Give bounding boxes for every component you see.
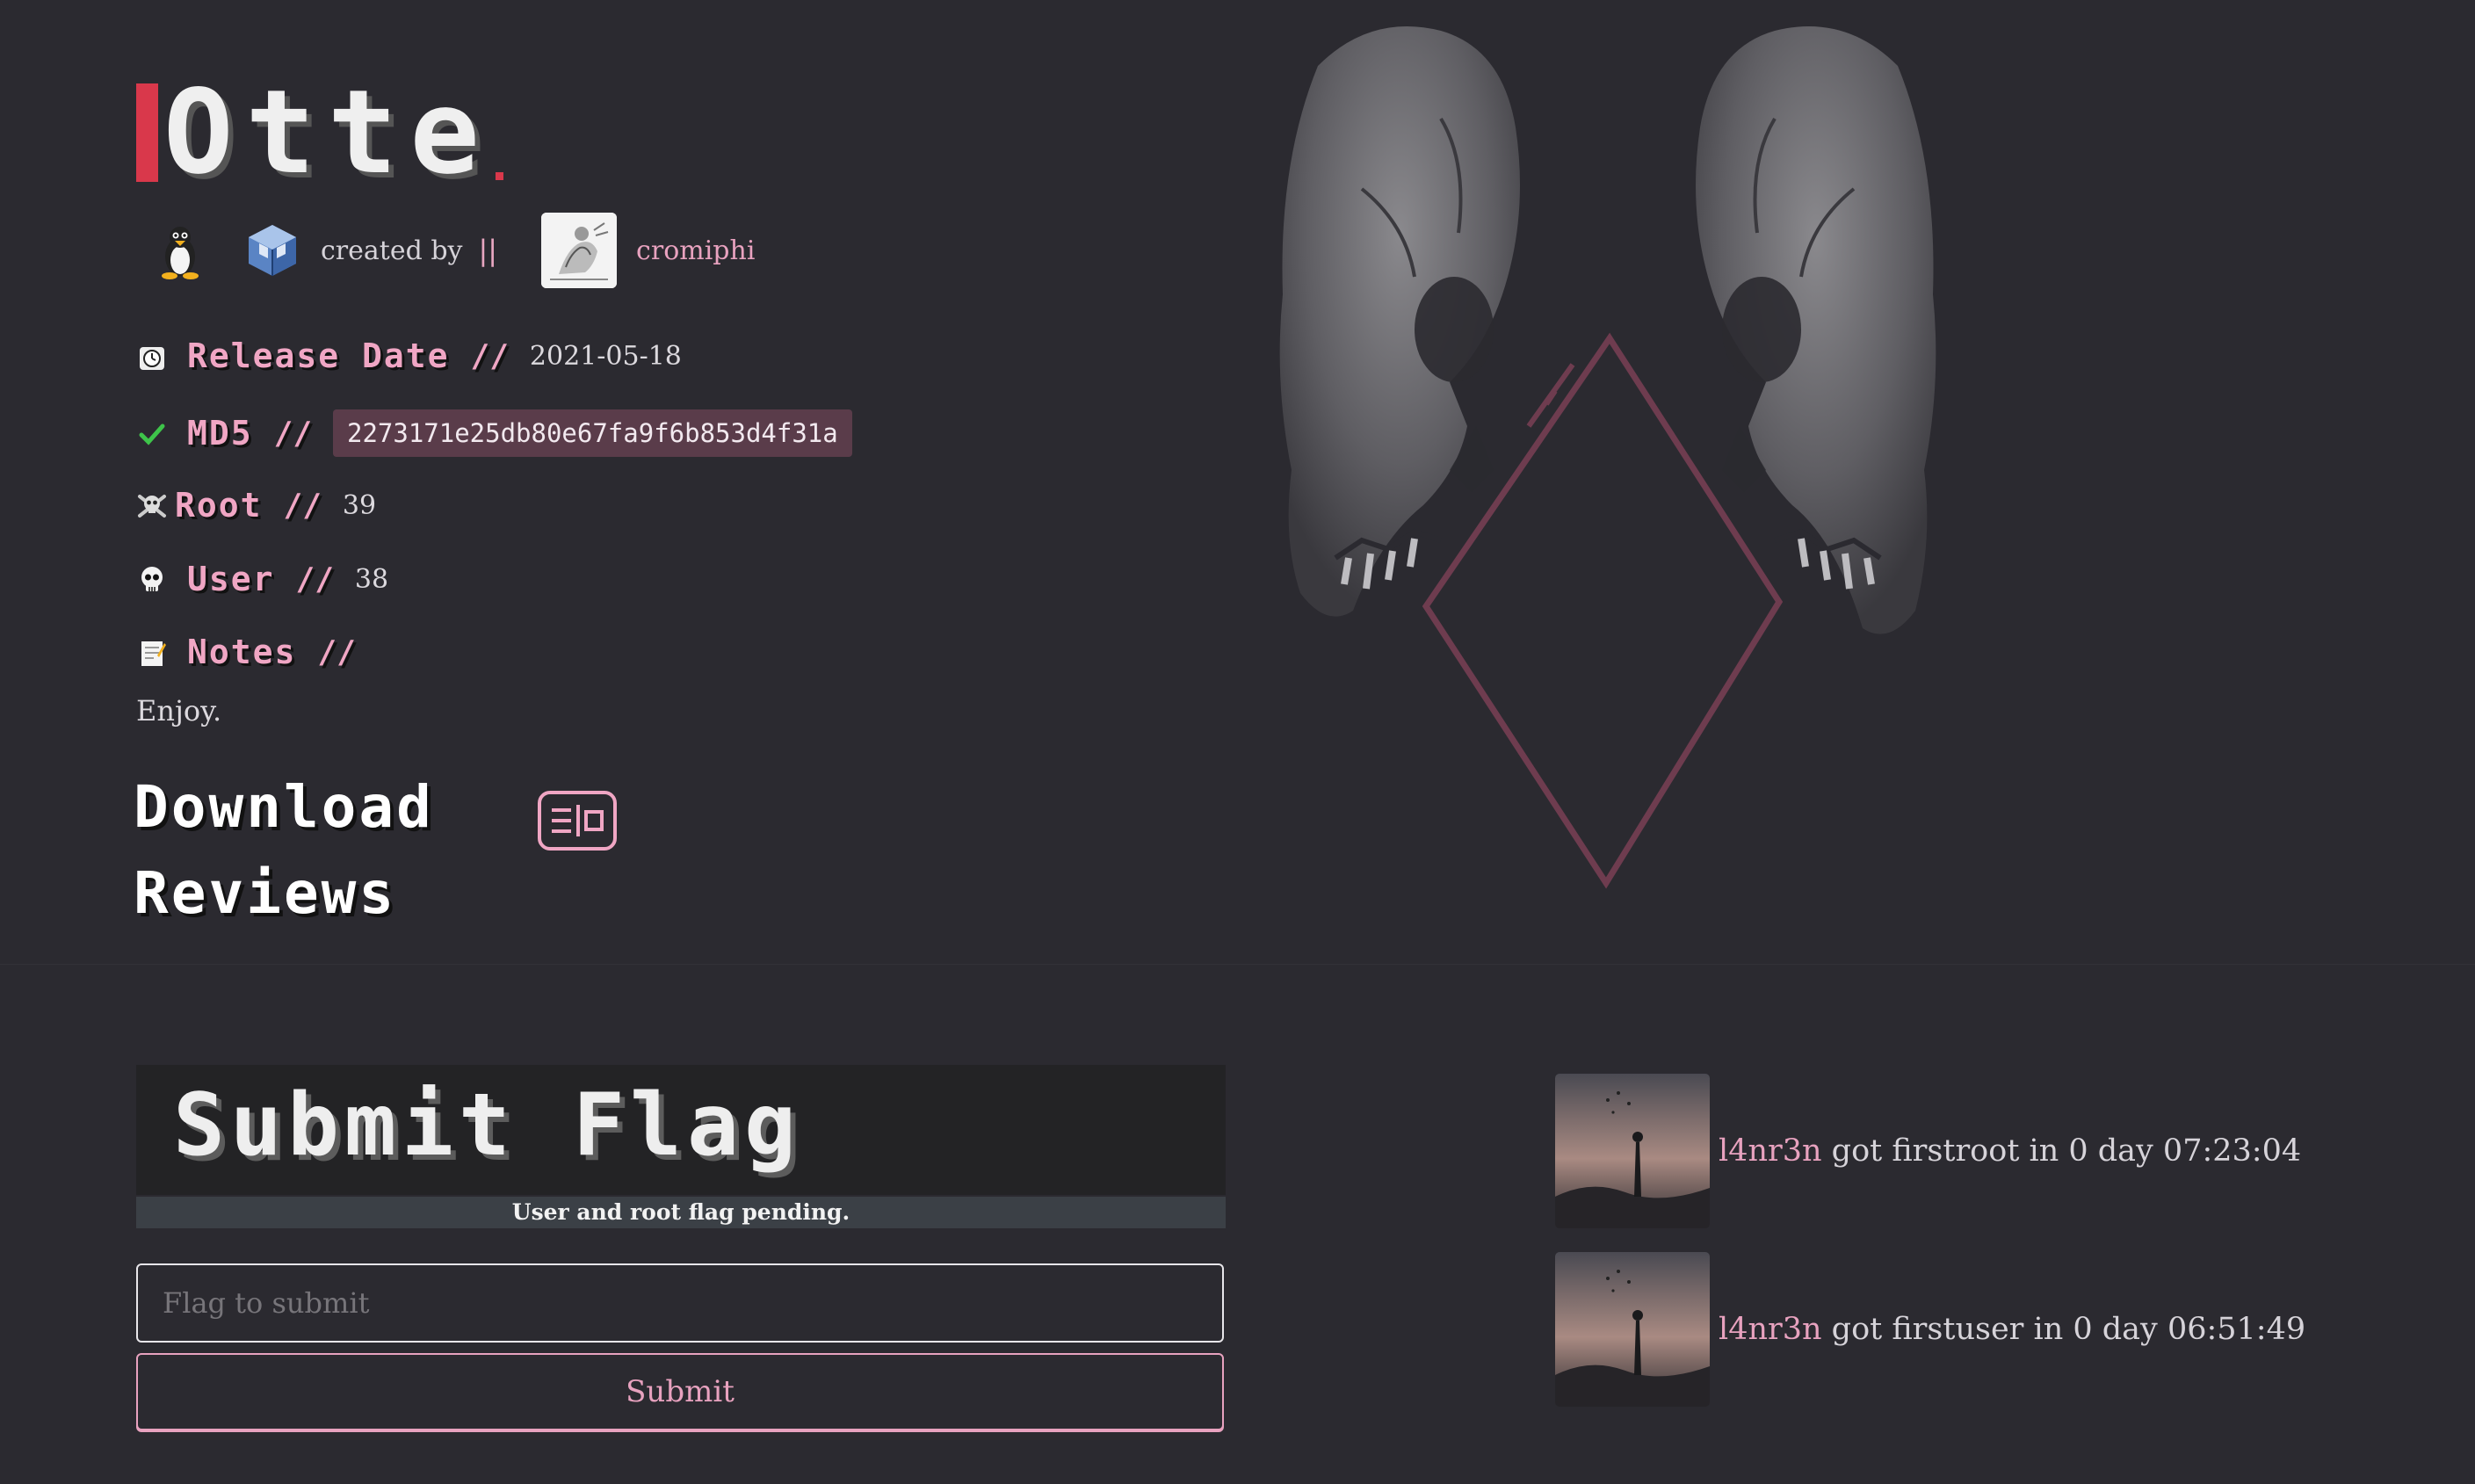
- root-count: 39: [342, 489, 377, 521]
- title-accent-dot: [495, 172, 503, 180]
- submit-flag-header: Submit Flag: [136, 1065, 1226, 1195]
- diamond-outline: [1422, 332, 1784, 889]
- release-date-label: Release Date: [187, 337, 450, 375]
- virtualbox-icon: [249, 225, 296, 276]
- skulls-diamond-artwork: [1279, 26, 1936, 889]
- release-date-row: Release Date // 2021-05-18: [136, 337, 682, 375]
- feed-text-firstuser: l4nr3n got firstuser in 0 day 06:51:49: [1719, 1312, 2305, 1347]
- machine-page: Otte created by || cromiphi Release Date…: [0, 0, 2475, 1484]
- title-accent-bar: [136, 83, 158, 182]
- lonely-figure-avatar-icon: [1555, 1074, 1710, 1228]
- user-row: User // 38: [136, 560, 388, 598]
- notes-slashes: //: [317, 633, 356, 670]
- flag-status-banner: User and root flag pending.: [136, 1197, 1226, 1228]
- md5-value: 2273171e25db80e67fa9f6b853d4f31a: [333, 409, 852, 457]
- download-card-icon[interactable]: [538, 791, 617, 851]
- skull-crossbones-icon: [138, 495, 166, 518]
- clock-icon: [140, 347, 164, 370]
- md5-row: MD5 // 2273171e25db80e67fa9f6b853d4f31a: [136, 409, 852, 457]
- feed-message: got firstroot in 0 day 07:23:04: [1821, 1133, 2302, 1169]
- notes-label: Notes: [187, 633, 297, 671]
- feed-item-firstroot: l4nr3n got firstroot in 0 day 07:23:04: [1555, 1074, 2301, 1228]
- download-link[interactable]: Download: [134, 773, 434, 841]
- submit-flag-title: Submit Flag: [173, 1075, 802, 1176]
- lonely-figure-avatar-icon: [1555, 1252, 1710, 1407]
- section-divider: [0, 964, 2475, 965]
- user-count: 38: [354, 563, 389, 595]
- flag-input[interactable]: [136, 1263, 1224, 1343]
- feed-username[interactable]: l4nr3n: [1719, 1133, 1822, 1169]
- created-by-label: created by: [321, 235, 463, 266]
- root-label: Root: [175, 486, 263, 525]
- md5-slashes: //: [273, 415, 312, 452]
- root-slashes: //: [283, 487, 322, 524]
- memo-icon: [141, 641, 166, 666]
- feed-item-firstuser: l4nr3n got firstuser in 0 day 06:51:49: [1555, 1252, 2305, 1407]
- notes-row: Notes //: [136, 633, 377, 671]
- root-row: Root // 39: [136, 486, 376, 525]
- md5-label: MD5: [187, 414, 253, 452]
- feed-username[interactable]: l4nr3n: [1719, 1312, 1822, 1347]
- checkmark-icon: [139, 423, 165, 445]
- notes-text: Enjoy.: [136, 694, 222, 728]
- feed-message: got firstuser in 0 day 06:51:49: [1821, 1312, 2306, 1347]
- reviews-link[interactable]: Reviews: [134, 859, 396, 927]
- machine-title: Otte: [163, 65, 492, 200]
- creator-separator: ||: [478, 234, 498, 267]
- machine-title-block: Otte: [136, 65, 503, 200]
- creator-avatar[interactable]: [541, 213, 618, 288]
- right-skull-icon: [1696, 26, 1936, 634]
- user-label: User: [187, 560, 275, 598]
- user-slashes: //: [295, 561, 334, 597]
- feed-text-firstroot: l4nr3n got firstroot in 0 day 07:23:04: [1719, 1133, 2301, 1169]
- creator-row: created by || cromiphi: [149, 211, 755, 290]
- creator-name-link[interactable]: cromiphi: [636, 235, 755, 266]
- left-skull-icon: [1279, 26, 1520, 617]
- release-date-slashes: //: [470, 337, 509, 374]
- avatar-sketch-icon: [541, 213, 618, 288]
- feed-user-avatar[interactable]: [1555, 1074, 1710, 1228]
- submit-flag-button[interactable]: Submit: [136, 1353, 1224, 1430]
- linux-tux-icon: [162, 227, 199, 279]
- skull-icon: [141, 567, 163, 591]
- feed-user-avatar[interactable]: [1555, 1252, 1710, 1407]
- release-date-value: 2021-05-18: [529, 340, 682, 372]
